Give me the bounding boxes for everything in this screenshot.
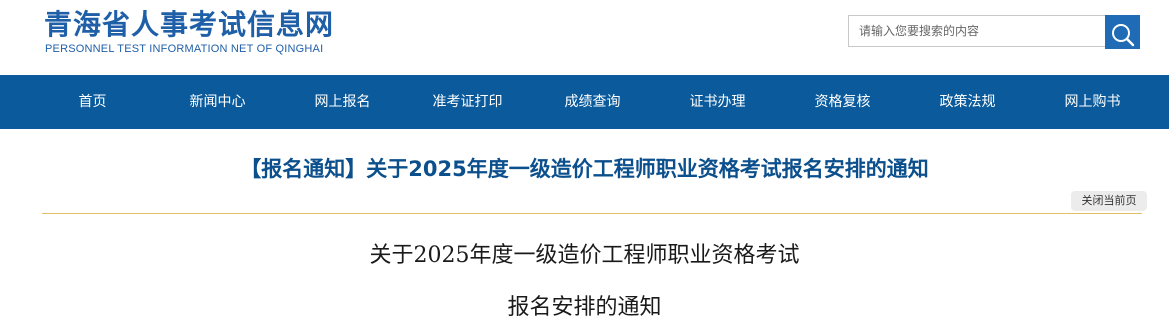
search-icon xyxy=(1111,23,1134,46)
search-input[interactable] xyxy=(848,15,1105,47)
nav-item-news-center[interactable]: 新闻中心 xyxy=(155,75,280,129)
close-current-page-button[interactable]: 关闭当前页 xyxy=(1071,191,1147,211)
nav-item-score-query[interactable]: 成绩查询 xyxy=(530,75,655,129)
nav-item-online-registration[interactable]: 网上报名 xyxy=(280,75,405,129)
nav-item-online-book-purchase[interactable]: 网上购书 xyxy=(1030,75,1155,129)
nav-list: 首页 新闻中心 网上报名 准考证打印 成绩查询 证书办理 资格复核 政策法规 网… xyxy=(30,75,1155,129)
nav-item-home[interactable]: 首页 xyxy=(30,75,155,129)
site-logo-subtitle: PERSONNEL TEST INFORMATION NET OF QINGHA… xyxy=(45,43,324,55)
search-button[interactable] xyxy=(1105,15,1140,49)
main-nav: 首页 新闻中心 网上报名 准考证打印 成绩查询 证书办理 资格复核 政策法规 网… xyxy=(0,75,1169,129)
nav-item-admission-ticket-print[interactable]: 准考证打印 xyxy=(405,75,530,129)
document-heading-line-2: 报名安排的通知 xyxy=(507,295,662,320)
article-title: 【报名通知】关于2025年度一级造价工程师职业资格考试报名安排的通知 xyxy=(240,157,929,181)
nav-item-certificate-handling[interactable]: 证书办理 xyxy=(655,75,780,129)
site-header: 青海省人事考试信息网 PERSONNEL TEST INFORMATION NE… xyxy=(0,0,1169,75)
title-divider xyxy=(42,213,1142,214)
nav-item-qualification-review[interactable]: 资格复核 xyxy=(780,75,905,129)
nav-item-policies-regulations[interactable]: 政策法规 xyxy=(905,75,1030,129)
site-logo-title[interactable]: 青海省人事考试信息网 xyxy=(44,8,334,42)
document-heading-line-1: 关于2025年度一级造价工程师职业资格考试 xyxy=(369,243,800,268)
